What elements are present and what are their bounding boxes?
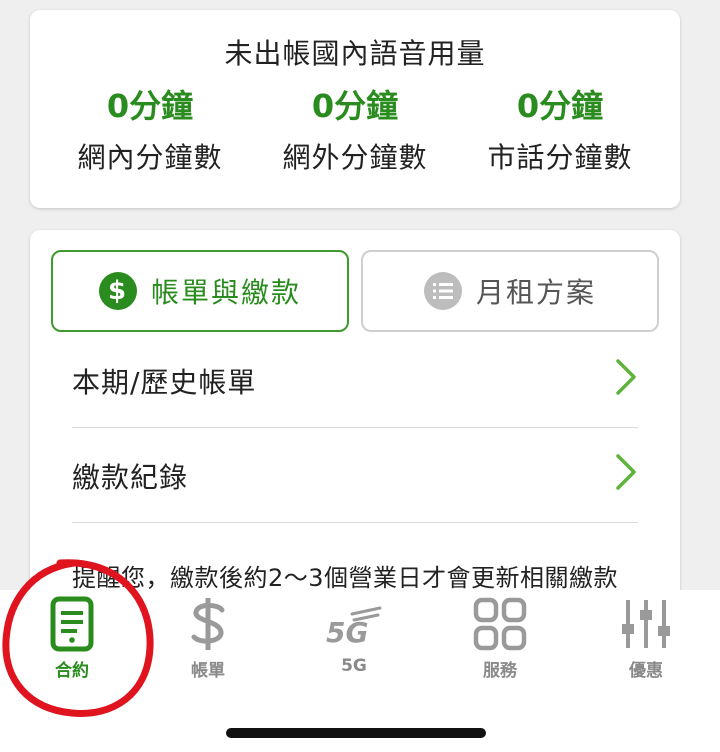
voice-usage-card: 未出帳國內語音用量 0分鐘 網內分鐘數 0分鐘 網外分鐘數 0分鐘 市話分鐘數 bbox=[30, 10, 680, 208]
nav-label: 服務 bbox=[483, 661, 517, 681]
stat-value: 0分鐘 bbox=[516, 87, 604, 125]
menu-item-payment-record[interactable]: 繳款紀錄 bbox=[72, 429, 638, 523]
stat-value: 0分鐘 bbox=[311, 87, 399, 125]
nav-tab-service[interactable]: 服務 bbox=[428, 596, 572, 688]
tab-bill-label: 帳單與繳款 bbox=[150, 276, 301, 309]
grid-icon bbox=[473, 597, 527, 651]
nav-label: 5G bbox=[341, 656, 367, 676]
svg-text:5G: 5G bbox=[326, 616, 368, 649]
nav-label: 優惠 bbox=[629, 661, 663, 681]
stat-label: 市話分鐘數 bbox=[487, 141, 633, 174]
list-circle-icon bbox=[423, 272, 462, 310]
usage-title: 未出帳國內語音用量 bbox=[224, 37, 486, 70]
stat-on-net: 0分鐘 網內分鐘數 bbox=[42, 86, 258, 176]
tab-plan-label: 月租方案 bbox=[475, 276, 596, 309]
stat-value: 0分鐘 bbox=[106, 87, 194, 125]
nav-tab-offers[interactable]: 優惠 bbox=[574, 596, 718, 688]
stat-label: 網外分鐘數 bbox=[282, 141, 428, 174]
nav-tab-5g[interactable]: 5G 5G bbox=[282, 596, 426, 688]
tab-monthly-plan[interactable]: 月租方案 bbox=[361, 250, 659, 332]
chevron-right-icon bbox=[614, 453, 638, 498]
dollar-circle-icon: $ bbox=[98, 272, 137, 310]
stat-off-net: 0分鐘 網外分鐘數 bbox=[247, 86, 463, 176]
5g-icon: 5G bbox=[326, 606, 382, 649]
menu-item-bill-history[interactable]: 本期/歷史帳單 bbox=[72, 334, 638, 428]
stat-label: 網內分鐘數 bbox=[77, 141, 223, 174]
stat-landline: 0分鐘 市話分鐘數 bbox=[452, 86, 668, 176]
chevron-right-icon bbox=[614, 358, 638, 403]
menu-item-label: 繳款紀錄 bbox=[72, 460, 189, 494]
home-indicator bbox=[226, 728, 486, 738]
menu-item-label: 本期/歷史帳單 bbox=[72, 365, 257, 399]
tab-bill-and-payment[interactable]: $ 帳單與繳款 bbox=[51, 250, 349, 332]
sliders-icon bbox=[622, 600, 670, 648]
dollar-icon bbox=[191, 598, 225, 650]
red-annotation-circle bbox=[2, 559, 154, 717]
